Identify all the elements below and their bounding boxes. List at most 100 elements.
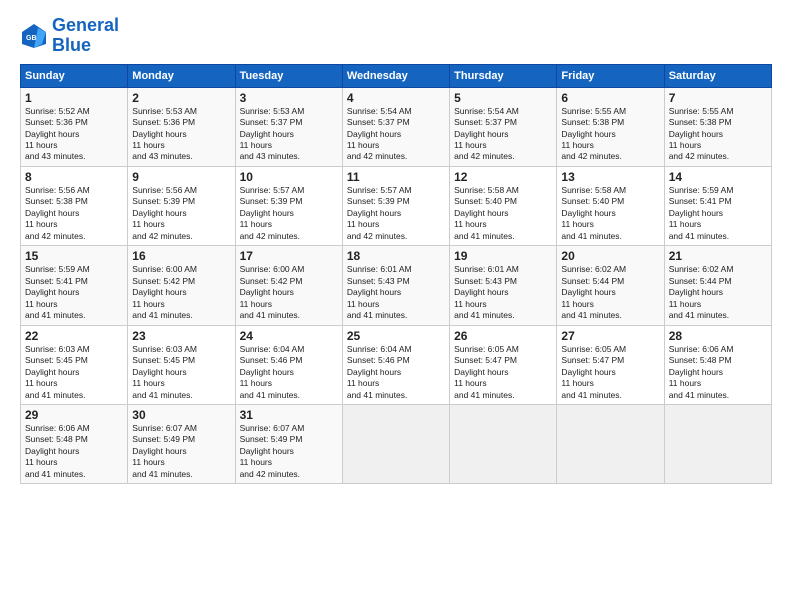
header-row: SundayMondayTuesdayWednesdayThursdayFrid… [21, 64, 772, 87]
calendar-cell: 1 Sunrise: 5:52 AM Sunset: 5:36 PM Dayli… [21, 87, 128, 166]
day-info: Sunrise: 6:06 AM Sunset: 5:48 PM Dayligh… [669, 344, 767, 401]
calendar-cell: 29 Sunrise: 6:06 AM Sunset: 5:48 PM Dayl… [21, 404, 128, 483]
calendar-cell: 5 Sunrise: 5:54 AM Sunset: 5:37 PM Dayli… [450, 87, 557, 166]
day-number: 31 [240, 408, 338, 422]
day-info: Sunrise: 5:53 AM Sunset: 5:37 PM Dayligh… [240, 106, 338, 163]
calendar-cell: 31 Sunrise: 6:07 AM Sunset: 5:49 PM Dayl… [235, 404, 342, 483]
calendar-cell: 10 Sunrise: 5:57 AM Sunset: 5:39 PM Dayl… [235, 166, 342, 245]
day-info: Sunrise: 5:55 AM Sunset: 5:38 PM Dayligh… [561, 106, 659, 163]
calendar-cell: 11 Sunrise: 5:57 AM Sunset: 5:39 PM Dayl… [342, 166, 449, 245]
day-info: Sunrise: 5:56 AM Sunset: 5:38 PM Dayligh… [25, 185, 123, 242]
calendar-cell: 3 Sunrise: 5:53 AM Sunset: 5:37 PM Dayli… [235, 87, 342, 166]
day-info: Sunrise: 5:54 AM Sunset: 5:37 PM Dayligh… [347, 106, 445, 163]
calendar-cell: 9 Sunrise: 5:56 AM Sunset: 5:39 PM Dayli… [128, 166, 235, 245]
day-number: 5 [454, 91, 552, 105]
day-info: Sunrise: 6:05 AM Sunset: 5:47 PM Dayligh… [454, 344, 552, 401]
day-info: Sunrise: 5:52 AM Sunset: 5:36 PM Dayligh… [25, 106, 123, 163]
col-header-wednesday: Wednesday [342, 64, 449, 87]
calendar-cell [557, 404, 664, 483]
day-number: 9 [132, 170, 230, 184]
calendar-cell: 18 Sunrise: 6:01 AM Sunset: 5:43 PM Dayl… [342, 246, 449, 325]
day-info: Sunrise: 5:58 AM Sunset: 5:40 PM Dayligh… [454, 185, 552, 242]
day-info: Sunrise: 5:59 AM Sunset: 5:41 PM Dayligh… [25, 264, 123, 321]
col-header-saturday: Saturday [664, 64, 771, 87]
calendar-cell: 12 Sunrise: 5:58 AM Sunset: 5:40 PM Dayl… [450, 166, 557, 245]
day-info: Sunrise: 5:59 AM Sunset: 5:41 PM Dayligh… [669, 185, 767, 242]
calendar-cell: 24 Sunrise: 6:04 AM Sunset: 5:46 PM Dayl… [235, 325, 342, 404]
day-info: Sunrise: 6:06 AM Sunset: 5:48 PM Dayligh… [25, 423, 123, 480]
day-number: 11 [347, 170, 445, 184]
day-number: 28 [669, 329, 767, 343]
calendar-cell: 13 Sunrise: 5:58 AM Sunset: 5:40 PM Dayl… [557, 166, 664, 245]
calendar-cell: 23 Sunrise: 6:03 AM Sunset: 5:45 PM Dayl… [128, 325, 235, 404]
day-info: Sunrise: 6:00 AM Sunset: 5:42 PM Dayligh… [240, 264, 338, 321]
day-number: 30 [132, 408, 230, 422]
week-row-2: 8 Sunrise: 5:56 AM Sunset: 5:38 PM Dayli… [21, 166, 772, 245]
day-info: Sunrise: 6:07 AM Sunset: 5:49 PM Dayligh… [132, 423, 230, 480]
day-number: 4 [347, 91, 445, 105]
col-header-tuesday: Tuesday [235, 64, 342, 87]
day-info: Sunrise: 6:04 AM Sunset: 5:46 PM Dayligh… [347, 344, 445, 401]
calendar-cell: 4 Sunrise: 5:54 AM Sunset: 5:37 PM Dayli… [342, 87, 449, 166]
day-number: 21 [669, 249, 767, 263]
day-number: 18 [347, 249, 445, 263]
calendar-cell: 6 Sunrise: 5:55 AM Sunset: 5:38 PM Dayli… [557, 87, 664, 166]
day-info: Sunrise: 5:57 AM Sunset: 5:39 PM Dayligh… [240, 185, 338, 242]
day-number: 7 [669, 91, 767, 105]
day-info: Sunrise: 6:07 AM Sunset: 5:49 PM Dayligh… [240, 423, 338, 480]
day-number: 26 [454, 329, 552, 343]
calendar-cell [342, 404, 449, 483]
page: GB General Blue SundayMondayTuesdayWedne… [0, 0, 792, 612]
day-number: 2 [132, 91, 230, 105]
day-number: 19 [454, 249, 552, 263]
calendar-cell: 7 Sunrise: 5:55 AM Sunset: 5:38 PM Dayli… [664, 87, 771, 166]
day-info: Sunrise: 5:54 AM Sunset: 5:37 PM Dayligh… [454, 106, 552, 163]
day-info: Sunrise: 5:57 AM Sunset: 5:39 PM Dayligh… [347, 185, 445, 242]
day-info: Sunrise: 5:55 AM Sunset: 5:38 PM Dayligh… [669, 106, 767, 163]
day-info: Sunrise: 6:01 AM Sunset: 5:43 PM Dayligh… [454, 264, 552, 321]
day-number: 25 [347, 329, 445, 343]
day-info: Sunrise: 5:58 AM Sunset: 5:40 PM Dayligh… [561, 185, 659, 242]
day-info: Sunrise: 6:00 AM Sunset: 5:42 PM Dayligh… [132, 264, 230, 321]
svg-text:GB: GB [26, 35, 37, 42]
day-number: 23 [132, 329, 230, 343]
calendar-cell: 28 Sunrise: 6:06 AM Sunset: 5:48 PM Dayl… [664, 325, 771, 404]
day-number: 20 [561, 249, 659, 263]
day-number: 13 [561, 170, 659, 184]
calendar-cell [450, 404, 557, 483]
day-info: Sunrise: 5:53 AM Sunset: 5:36 PM Dayligh… [132, 106, 230, 163]
logo-text: General Blue [52, 16, 119, 56]
calendar-cell: 22 Sunrise: 6:03 AM Sunset: 5:45 PM Dayl… [21, 325, 128, 404]
calendar-cell: 19 Sunrise: 6:01 AM Sunset: 5:43 PM Dayl… [450, 246, 557, 325]
calendar-cell: 30 Sunrise: 6:07 AM Sunset: 5:49 PM Dayl… [128, 404, 235, 483]
day-info: Sunrise: 6:03 AM Sunset: 5:45 PM Dayligh… [132, 344, 230, 401]
calendar-cell: 8 Sunrise: 5:56 AM Sunset: 5:38 PM Dayli… [21, 166, 128, 245]
col-header-friday: Friday [557, 64, 664, 87]
day-number: 17 [240, 249, 338, 263]
calendar-cell: 20 Sunrise: 6:02 AM Sunset: 5:44 PM Dayl… [557, 246, 664, 325]
calendar-cell: 16 Sunrise: 6:00 AM Sunset: 5:42 PM Dayl… [128, 246, 235, 325]
day-number: 24 [240, 329, 338, 343]
calendar-cell: 15 Sunrise: 5:59 AM Sunset: 5:41 PM Dayl… [21, 246, 128, 325]
col-header-sunday: Sunday [21, 64, 128, 87]
header: GB General Blue [20, 16, 772, 56]
logo: GB General Blue [20, 16, 119, 56]
day-info: Sunrise: 6:04 AM Sunset: 5:46 PM Dayligh… [240, 344, 338, 401]
day-info: Sunrise: 6:01 AM Sunset: 5:43 PM Dayligh… [347, 264, 445, 321]
day-number: 6 [561, 91, 659, 105]
calendar-cell [664, 404, 771, 483]
day-info: Sunrise: 6:05 AM Sunset: 5:47 PM Dayligh… [561, 344, 659, 401]
week-row-1: 1 Sunrise: 5:52 AM Sunset: 5:36 PM Dayli… [21, 87, 772, 166]
calendar-cell: 21 Sunrise: 6:02 AM Sunset: 5:44 PM Dayl… [664, 246, 771, 325]
calendar-cell: 25 Sunrise: 6:04 AM Sunset: 5:46 PM Dayl… [342, 325, 449, 404]
day-number: 8 [25, 170, 123, 184]
week-row-4: 22 Sunrise: 6:03 AM Sunset: 5:45 PM Dayl… [21, 325, 772, 404]
day-number: 12 [454, 170, 552, 184]
day-number: 27 [561, 329, 659, 343]
day-info: Sunrise: 5:56 AM Sunset: 5:39 PM Dayligh… [132, 185, 230, 242]
calendar-cell: 14 Sunrise: 5:59 AM Sunset: 5:41 PM Dayl… [664, 166, 771, 245]
calendar-cell: 27 Sunrise: 6:05 AM Sunset: 5:47 PM Dayl… [557, 325, 664, 404]
week-row-3: 15 Sunrise: 5:59 AM Sunset: 5:41 PM Dayl… [21, 246, 772, 325]
calendar-cell: 2 Sunrise: 5:53 AM Sunset: 5:36 PM Dayli… [128, 87, 235, 166]
day-number: 1 [25, 91, 123, 105]
